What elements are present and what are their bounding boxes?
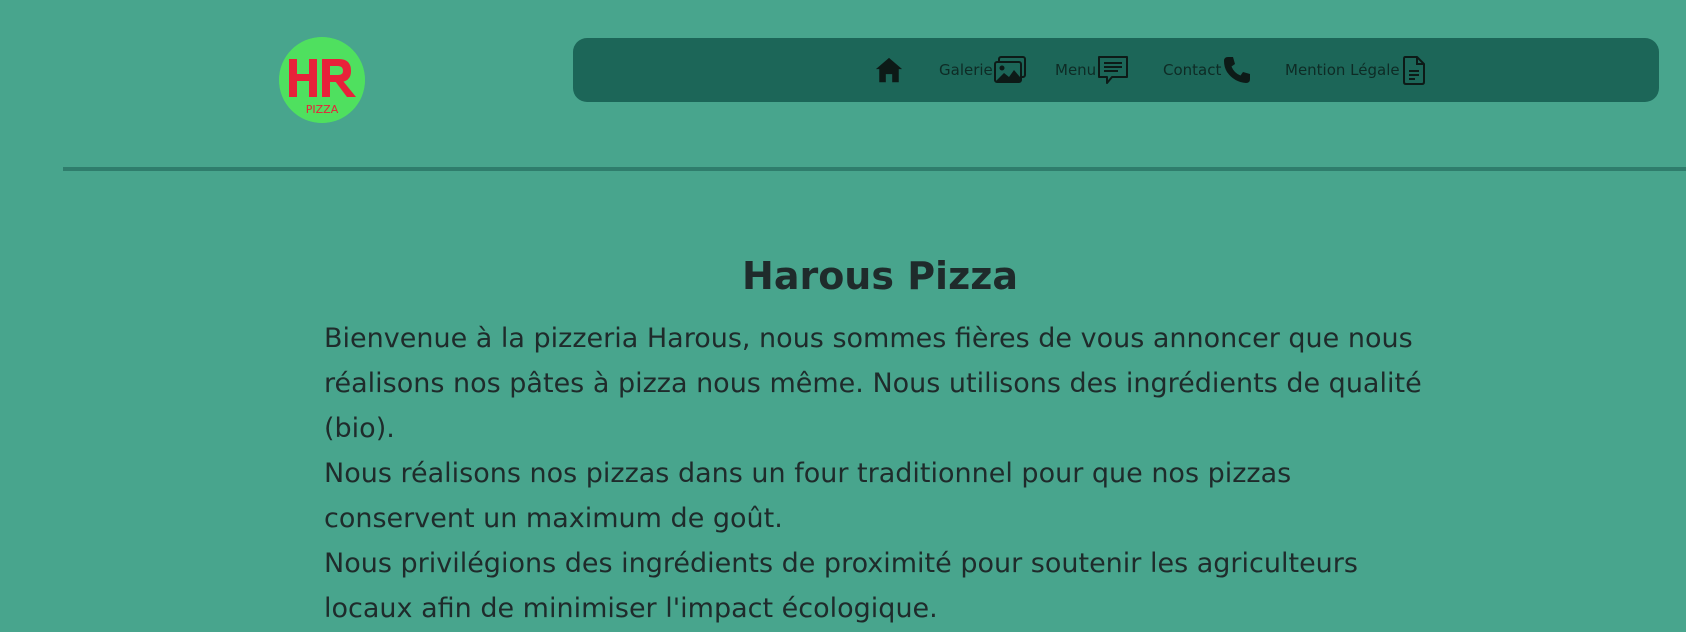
intro-paragraph: Bienvenue à la pizzeria Harous, nous som…: [324, 323, 1422, 444]
nav-item-menu[interactable]: Menu: [1055, 38, 1130, 102]
page-title: Harous Pizza: [742, 254, 1018, 298]
logo-subtitle: PIZZA: [306, 103, 339, 116]
nav-list: Galerie Menu Contact Mention Légale: [573, 38, 1659, 102]
intro-paragraph: Nous réalisons nos pizzas dans un four t…: [324, 458, 1292, 534]
home-icon: [874, 55, 904, 85]
nav-item-contact-label: Contact: [1163, 61, 1222, 79]
image-icon: [993, 55, 1027, 85]
intro-text: Bienvenue à la pizzeria Harous, nous som…: [324, 316, 1444, 631]
nav-item-mention-legale-label: Mention Légale: [1285, 61, 1400, 79]
phone-icon: [1221, 54, 1253, 86]
intro-paragraph: Nous privilégions des ingrédients de pro…: [324, 548, 1358, 624]
nav-item-home[interactable]: [874, 38, 904, 102]
nav-item-contact[interactable]: Contact: [1163, 38, 1253, 102]
chat-list-icon: [1096, 54, 1130, 86]
logo-graphic: PIZZA: [279, 37, 365, 123]
nav-item-galerie-label: Galerie: [939, 61, 993, 79]
document-icon: [1400, 54, 1428, 86]
nav-item-mention-legale[interactable]: Mention Légale: [1285, 38, 1428, 102]
nav-item-menu-label: Menu: [1055, 61, 1097, 79]
header-divider: [63, 167, 1686, 171]
main-navbar: Galerie Menu Contact Mention Légale: [573, 38, 1659, 102]
logo[interactable]: PIZZA: [279, 37, 365, 123]
nav-item-galerie[interactable]: Galerie: [939, 38, 1027, 102]
